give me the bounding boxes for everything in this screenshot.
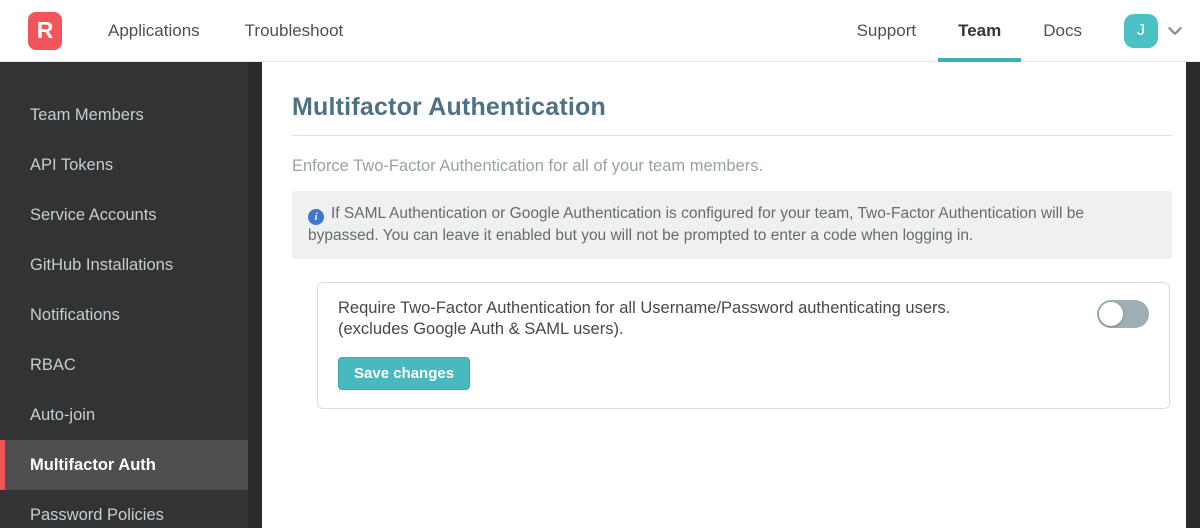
two-factor-setting-card: Require Two-Factor Authentication for al… <box>317 282 1170 409</box>
nav-item-team[interactable]: Team <box>938 0 1022 62</box>
toggle-knob <box>1099 302 1123 326</box>
navbar-right-group: Support Team Docs J <box>857 0 1184 62</box>
page-body: Team Members API Tokens Service Accounts… <box>0 62 1200 528</box>
sidebar-item-rbac[interactable]: RBAC <box>0 340 248 390</box>
setting-label-line1: Require Two-Factor Authentication for al… <box>338 299 951 317</box>
sidebar-item-multifactor-auth[interactable]: Multifactor Auth <box>0 440 248 490</box>
rollbar-logo[interactable]: R <box>28 11 62 50</box>
sidebar-item-github-installations[interactable]: GitHub Installations <box>0 240 248 290</box>
title-divider <box>292 135 1172 136</box>
navbar-left-group: Applications Troubleshoot <box>108 0 343 61</box>
nav-item-troubleshoot[interactable]: Troubleshoot <box>245 0 344 61</box>
nav-item-team-label: Team <box>958 20 1002 40</box>
info-callout-text: If SAML Authentication or Google Authent… <box>308 205 1085 244</box>
info-icon: i <box>308 209 324 225</box>
page-title: Multifactor Authentication <box>292 93 606 121</box>
info-callout: i If SAML Authentication or Google Authen… <box>292 191 1172 259</box>
top-navbar: R Applications Troubleshoot Support Team… <box>0 0 1200 62</box>
sidebar-item-service-accounts[interactable]: Service Accounts <box>0 190 248 240</box>
setting-label: Require Two-Factor Authentication for al… <box>338 298 1097 340</box>
sidebar-gutter <box>248 62 262 528</box>
sidebar-item-notifications[interactable]: Notifications <box>0 290 248 340</box>
main-content: Multifactor Authentication Enforce Two-F… <box>262 62 1186 528</box>
avatar[interactable]: J <box>1124 13 1158 48</box>
sidebar-item-auto-join[interactable]: Auto-join <box>0 390 248 440</box>
right-edge-strip <box>1186 62 1200 528</box>
sidebar-item-team-members[interactable]: Team Members <box>0 90 248 140</box>
chevron-down-icon[interactable] <box>1166 22 1184 40</box>
two-factor-toggle[interactable] <box>1097 300 1149 328</box>
nav-item-applications[interactable]: Applications <box>108 0 200 61</box>
settings-sidebar: Team Members API Tokens Service Accounts… <box>0 62 248 528</box>
page-description: Enforce Two-Factor Authentication for al… <box>292 157 764 175</box>
save-changes-button[interactable]: Save changes <box>338 357 471 390</box>
nav-item-docs[interactable]: Docs <box>1043 0 1082 61</box>
active-tab-underline <box>938 58 1022 62</box>
sidebar-item-api-tokens[interactable]: API Tokens <box>0 140 248 190</box>
nav-item-support[interactable]: Support <box>857 0 917 61</box>
sidebar-item-password-policies[interactable]: Password Policies <box>0 490 248 528</box>
setting-label-line2: (excludes Google Auth & SAML users). <box>338 320 624 338</box>
user-menu[interactable]: J <box>1124 0 1184 61</box>
